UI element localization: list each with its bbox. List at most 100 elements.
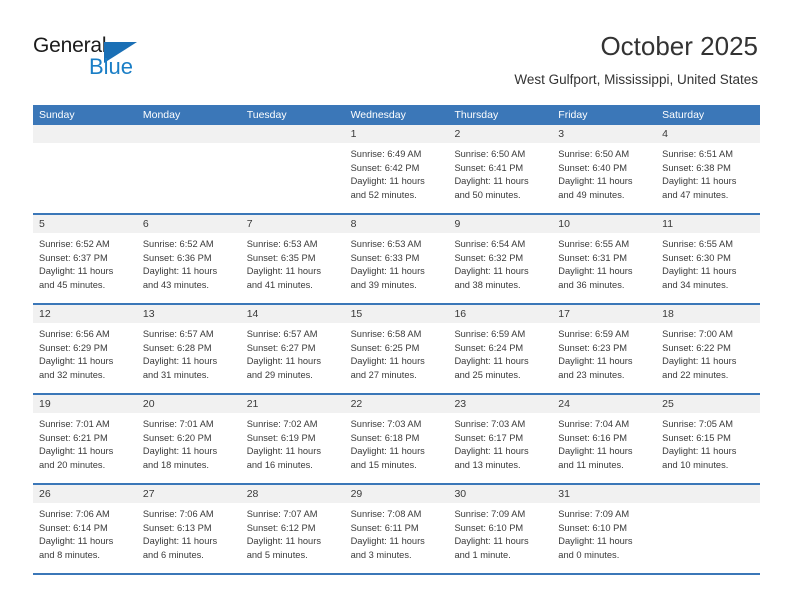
day-sun-info: Sunrise: 7:06 AM Sunset: 6:13 PM Daylight:… [137, 503, 241, 562]
day-sunrise-text: Sunrise: 6:49 AM [350, 149, 422, 159]
day-daylight-line2-text: and 50 minutes. [454, 189, 521, 200]
calendar-day-cell-empty [33, 125, 137, 213]
calendar-day-cell[interactable]: 21 Sunrise: 7:02 AM Sunset: 6:19 PM Dayligh… [240, 395, 345, 483]
day-number: 16 [454, 308, 467, 320]
day-daylight-line2-text: and 31 minutes. [142, 369, 210, 380]
day-sun-info: Sunrise: 7:09 AM Sunset: 6:10 PM Daylight:… [552, 503, 656, 562]
day-number: 2 [454, 128, 461, 140]
day-sunrise-text: Sunrise: 7:05 AM [662, 419, 733, 429]
day-sun-info: Sunrise: 7:08 AM Sunset: 6:11 PM Daylight:… [345, 503, 449, 562]
day-sunrise-text: Sunrise: 6:57 AM [142, 329, 214, 339]
calendar-day-cell[interactable]: 22 Sunrise: 7:03 AM Sunset: 6:18 PM Dayligh… [344, 395, 449, 483]
day-daylight-line2-text: and 25 minutes. [454, 369, 521, 380]
day-sunrise-text: Sunrise: 6:55 AM [662, 239, 733, 249]
calendar-day-cell[interactable]: 13 Sunrise: 6:57 AM Sunset: 6:28 PM Dayligh… [136, 305, 241, 393]
calendar-day-cell[interactable]: 4 Sunrise: 6:51 AM Sunset: 6:38 PM Daylight… [656, 125, 761, 213]
calendar-grid: Sunday Monday Tuesday Wednesday Thursday Frid… [33, 105, 761, 575]
day-sun-info: Sunrise: 7:03 AM Sunset: 6:18 PM Daylight:… [345, 413, 449, 472]
day-sunrise-text: Sunrise: 6:59 AM [454, 329, 526, 339]
day-sunrise-text: Sunrise: 6:52 AM [142, 239, 214, 249]
calendar-day-cell[interactable]: 9 Sunrise: 6:54 AM Sunset: 6:32 PM Daylight… [448, 215, 553, 303]
calendar-day-cell[interactable]: 29 Sunrise: 7:08 AM Sunset: 6:11 PM Dayligh… [344, 485, 449, 573]
day-daylight-line2-text: and 1 minute. [454, 549, 511, 560]
day-daylight-line1-text: Daylight: 11 hours [142, 356, 218, 366]
day-sunrise-text: Sunrise: 7:00 AM [662, 329, 733, 339]
calendar-day-cell[interactable]: 2 Sunrise: 6:50 AM Sunset: 6:41 PM Daylight… [448, 125, 553, 213]
day-sunset-text: Sunset: 6:41 PM [454, 162, 524, 173]
day-number: 30 [454, 488, 467, 500]
calendar-day-cell[interactable]: 24 Sunrise: 7:04 AM Sunset: 6:16 PM Dayligh… [552, 395, 657, 483]
day-sunrise-text: Sunrise: 6:51 AM [662, 149, 733, 159]
weekday-header-row: Sunday Monday Tuesday Wednesday Thursday Frid… [33, 105, 760, 125]
day-sun-info: Sunrise: 6:52 AM Sunset: 6:37 PM Daylight:… [33, 233, 137, 292]
day-sunset-text: Sunset: 6:18 PM [350, 432, 420, 443]
day-daylight-line1-text: Daylight: 11 hours [142, 266, 218, 276]
calendar-day-cell[interactable]: 17 Sunrise: 6:59 AM Sunset: 6:23 PM Dayligh… [552, 305, 657, 393]
calendar-day-cell[interactable]: 14 Sunrise: 6:57 AM Sunset: 6:27 PM Dayligh… [240, 305, 345, 393]
calendar-day-cell[interactable]: 28 Sunrise: 7:07 AM Sunset: 6:12 PM Dayligh… [240, 485, 345, 573]
general-blue-logo[interactable]: General Blue [33, 34, 153, 82]
day-daylight-line2-text: and 41 minutes. [246, 279, 313, 290]
day-sunset-text: Sunset: 6:17 PM [454, 432, 524, 443]
calendar-day-cell[interactable]: 7 Sunrise: 6:53 AM Sunset: 6:35 PM Daylight… [240, 215, 345, 303]
day-daylight-line1-text: Daylight: 11 hours [662, 446, 737, 456]
day-daylight-line2-text: and 0 minutes. [558, 549, 620, 560]
day-sun-info: Sunrise: 7:07 AM Sunset: 6:12 PM Daylight:… [241, 503, 345, 562]
day-number: 22 [350, 398, 363, 410]
day-sun-info: Sunrise: 7:00 AM Sunset: 6:22 PM Daylight:… [656, 323, 760, 382]
calendar-day-cell[interactable]: 8 Sunrise: 6:53 AM Sunset: 6:33 PM Daylight… [344, 215, 449, 303]
day-sun-info: Sunrise: 7:05 AM Sunset: 6:15 PM Daylight:… [656, 413, 760, 472]
day-sun-info: Sunrise: 7:01 AM Sunset: 6:21 PM Daylight:… [33, 413, 137, 472]
calendar-day-cell[interactable]: 20 Sunrise: 7:01 AM Sunset: 6:20 PM Dayligh… [136, 395, 241, 483]
day-sun-info: Sunrise: 6:50 AM Sunset: 6:40 PM Daylight:… [552, 143, 656, 202]
calendar-day-cell[interactable]: 1 Sunrise: 6:49 AM Sunset: 6:42 PM Daylight… [344, 125, 449, 213]
day-sun-info: Sunrise: 6:55 AM Sunset: 6:31 PM Daylight:… [552, 233, 656, 292]
day-number: 23 [454, 398, 467, 410]
calendar-day-cell[interactable]: 10 Sunrise: 6:55 AM Sunset: 6:31 PM Dayligh… [552, 215, 657, 303]
day-daylight-line1-text: Daylight: 11 hours [350, 536, 425, 546]
day-sun-info: Sunrise: 7:04 AM Sunset: 6:16 PM Daylight:… [552, 413, 656, 472]
day-sunset-text: Sunset: 6:32 PM [454, 252, 524, 263]
day-daylight-line1-text: Daylight: 11 hours [454, 356, 529, 366]
calendar-day-cell[interactable]: 3 Sunrise: 6:50 AM Sunset: 6:40 PM Daylight… [552, 125, 657, 213]
day-number: 10 [558, 218, 570, 230]
day-sun-info: Sunrise: 7:02 AM Sunset: 6:19 PM Daylight:… [241, 413, 345, 472]
calendar-day-cell[interactable]: 27 Sunrise: 7:06 AM Sunset: 6:13 PM Dayligh… [136, 485, 241, 573]
day-sunrise-text: Sunrise: 6:58 AM [350, 329, 422, 339]
calendar-day-cell[interactable]: 25 Sunrise: 7:05 AM Sunset: 6:15 PM Dayligh… [656, 395, 761, 483]
calendar-week-row: 19 Sunrise: 7:01 AM Sunset: 6:21 PM Dayligh… [33, 395, 761, 485]
day-daylight-line2-text: and 13 minutes. [454, 459, 521, 470]
calendar-day-cell[interactable]: 15 Sunrise: 6:58 AM Sunset: 6:25 PM Dayligh… [344, 305, 449, 393]
day-number: 21 [246, 398, 259, 410]
calendar-day-cell[interactable]: 26 Sunrise: 7:06 AM Sunset: 6:14 PM Dayligh… [33, 485, 137, 573]
calendar-day-cell[interactable]: 5 Sunrise: 6:52 AM Sunset: 6:37 PM Daylight… [33, 215, 137, 303]
day-sunrise-text: Sunrise: 6:55 AM [558, 239, 630, 249]
day-daylight-line2-text: and 3 minutes. [350, 549, 412, 560]
day-daylight-line1-text: Daylight: 11 hours [246, 356, 321, 366]
day-sun-info: Sunrise: 6:57 AM Sunset: 6:27 PM Daylight:… [241, 323, 345, 382]
calendar-day-cell[interactable]: 30 Sunrise: 7:09 AM Sunset: 6:10 PM Dayligh… [448, 485, 553, 573]
day-sunrise-text: Sunrise: 7:09 AM [558, 509, 630, 519]
day-number-band [136, 215, 241, 233]
page-title: October 2025 [600, 31, 758, 61]
calendar-day-cell[interactable]: 19 Sunrise: 7:01 AM Sunset: 6:21 PM Dayligh… [33, 395, 137, 483]
day-sunset-text: Sunset: 6:28 PM [142, 342, 212, 353]
day-sun-info: Sunrise: 6:54 AM Sunset: 6:32 PM Daylight:… [448, 233, 552, 292]
day-number-band [33, 125, 137, 143]
weekday-header-friday: Friday [558, 109, 588, 121]
day-number: 15 [350, 308, 363, 320]
day-sunrise-text: Sunrise: 7:02 AM [246, 419, 318, 429]
day-daylight-line2-text: and 5 minutes. [246, 549, 308, 560]
calendar-day-cell[interactable]: 6 Sunrise: 6:52 AM Sunset: 6:36 PM Daylight… [136, 215, 241, 303]
calendar-day-cell[interactable]: 18 Sunrise: 7:00 AM Sunset: 6:22 PM Dayligh… [656, 305, 761, 393]
day-sun-info: Sunrise: 6:58 AM Sunset: 6:25 PM Daylight:… [345, 323, 449, 382]
weekday-header-thursday: Thursday [454, 109, 499, 121]
calendar-day-cell[interactable]: 16 Sunrise: 6:59 AM Sunset: 6:24 PM Dayligh… [448, 305, 553, 393]
day-daylight-line1-text: Daylight: 11 hours [662, 356, 737, 366]
day-sun-info: Sunrise: 6:52 AM Sunset: 6:36 PM Daylight:… [137, 233, 241, 292]
day-sunrise-text: Sunrise: 7:07 AM [246, 509, 318, 519]
calendar-day-cell[interactable]: 11 Sunrise: 6:55 AM Sunset: 6:30 PM Dayligh… [656, 215, 761, 303]
calendar-day-cell[interactable]: 31 Sunrise: 7:09 AM Sunset: 6:10 PM Dayligh… [552, 485, 657, 573]
calendar-day-cell[interactable]: 12 Sunrise: 6:56 AM Sunset: 6:29 PM Dayligh… [33, 305, 137, 393]
calendar-day-cell[interactable]: 23 Sunrise: 7:03 AM Sunset: 6:17 PM Dayligh… [448, 395, 553, 483]
